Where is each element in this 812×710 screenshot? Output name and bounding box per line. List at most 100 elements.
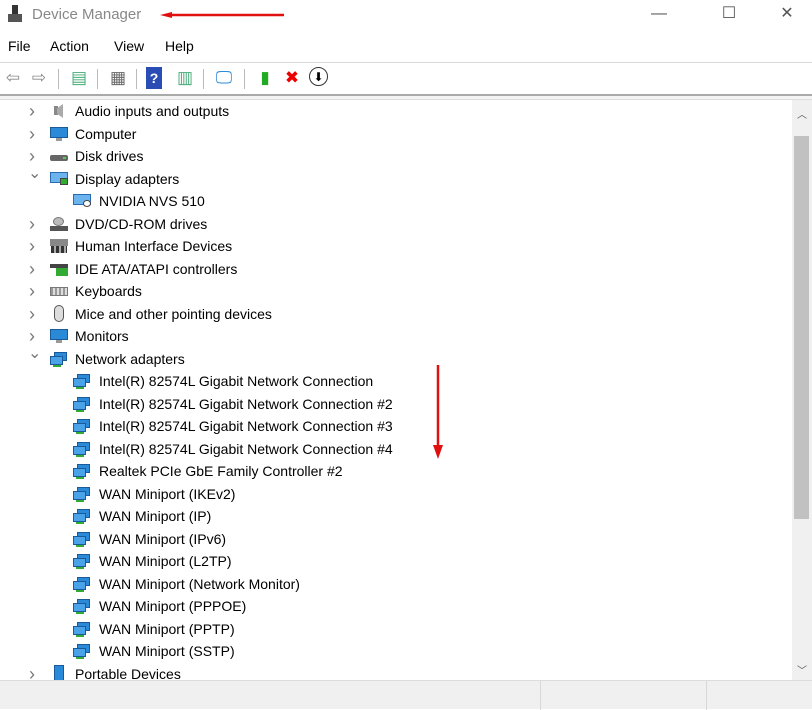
network-icon <box>73 374 91 389</box>
update-driver-icon[interactable]: ▮ <box>254 67 276 89</box>
menu-view[interactable]: View <box>114 38 144 54</box>
tree-item-label: Intel(R) 82574L Gigabit Network Connecti… <box>99 395 393 412</box>
toolbar-separator <box>203 69 204 89</box>
tree-item-label: WAN Miniport (L2TP) <box>99 553 232 569</box>
display-device-icon <box>73 194 91 208</box>
network-icon <box>50 351 68 367</box>
tree-item-label: Audio inputs and outputs <box>75 103 230 119</box>
vertical-scrollbar[interactable]: ︿ ﹀ <box>792 100 812 680</box>
device-item[interactable]: WAN Miniport (Network Monitor) <box>0 573 600 596</box>
menu-help[interactable]: Help <box>165 38 194 54</box>
red-annotation-arrow-icon <box>160 12 284 18</box>
tree-item-label: WAN Miniport (IPv6) <box>99 530 227 547</box>
category-item[interactable]: › DVD/CD-ROM drives <box>0 213 600 236</box>
category-item[interactable]: › Mice and other pointing devices <box>0 303 600 326</box>
chevron-right-icon[interactable]: › <box>29 213 41 236</box>
tree-item-label: Realtek PCIe GbE Family Controller #2 <box>99 463 343 479</box>
chevron-right-icon[interactable]: › <box>29 123 41 146</box>
category-item[interactable]: › IDE ATA/ATAPI controllers <box>0 258 600 281</box>
tree-item-label: NVIDIA NVS 510 <box>99 193 205 209</box>
properties-icon[interactable]: ▦ <box>107 67 129 89</box>
toolbar-separator <box>136 69 137 89</box>
menu-file[interactable]: File <box>8 38 31 54</box>
device-item[interactable]: WAN Miniport (PPTP) <box>0 618 600 641</box>
tree-item-label: WAN Miniport (Network Monitor) <box>99 575 300 592</box>
tree-item-label: WAN Miniport (IKEv2) <box>99 485 236 502</box>
ide-icon <box>50 262 68 276</box>
tree-item-label: Human Interface Devices <box>75 238 233 254</box>
category-item[interactable]: › Disk drives <box>0 145 600 168</box>
category-item[interactable]: ⌄ Network adapters <box>0 345 600 371</box>
speaker-icon <box>50 104 68 118</box>
device-item[interactable]: WAN Miniport (L2TP) <box>0 550 600 573</box>
tree-item-label: WAN Miniport (IP) <box>99 508 212 524</box>
network-icon <box>73 396 91 412</box>
tree-item-label: Intel(R) 82574L Gigabit Network Connecti… <box>99 418 393 434</box>
minimize-button[interactable]: — <box>636 2 682 28</box>
device-item[interactable]: Realtek PCIe GbE Family Controller #2 <box>0 460 600 483</box>
chevron-right-icon[interactable]: › <box>29 235 41 258</box>
help-icon[interactable]: ? <box>146 67 162 89</box>
network-icon <box>73 644 91 659</box>
network-icon <box>73 441 91 457</box>
toolbar-separator <box>58 69 59 89</box>
category-item[interactable]: › Audio inputs and outputs <box>0 100 600 123</box>
status-bar <box>0 680 812 710</box>
device-item[interactable]: WAN Miniport (IP) <box>0 505 600 528</box>
device-item[interactable]: Intel(R) 82574L Gigabit Network Connecti… <box>0 393 600 416</box>
chevron-right-icon[interactable]: › <box>29 100 41 123</box>
back-icon[interactable]: ⇦ <box>2 67 24 89</box>
monitor-icon <box>50 329 68 343</box>
category-item[interactable]: › Keyboards <box>0 280 600 303</box>
tree-item-label: Portable Devices <box>75 665 181 681</box>
menu-action[interactable]: Action <box>50 38 89 54</box>
tree-item-label: WAN Miniport (SSTP) <box>99 643 235 659</box>
uninstall-icon[interactable]: ✖ <box>281 67 303 89</box>
scroll-down-icon[interactable]: ﹀ <box>797 662 807 677</box>
chevron-right-icon[interactable]: › <box>29 258 41 281</box>
toolbar-separator <box>244 69 245 89</box>
device-item[interactable]: NVIDIA NVS 510 <box>0 190 600 213</box>
category-item[interactable]: › Human Interface Devices <box>0 235 600 258</box>
chevron-down-icon[interactable]: ⌄ <box>28 163 41 186</box>
device-item[interactable]: WAN Miniport (IPv6) <box>0 528 600 551</box>
tree-item-label: IDE ATA/ATAPI controllers <box>75 260 238 277</box>
tree-item-label: Network adapters <box>75 350 185 367</box>
disable-device-icon[interactable]: ⬇ <box>309 67 328 86</box>
disk-icon <box>50 149 68 163</box>
forward-icon[interactable]: ⇨ <box>28 67 50 89</box>
chevron-right-icon[interactable]: › <box>29 663 41 681</box>
tree-item-label: Intel(R) 82574L Gigabit Network Connecti… <box>99 373 374 389</box>
show-action-pane-icon[interactable]: ▥ <box>174 67 196 89</box>
device-item[interactable]: Intel(R) 82574L Gigabit Network Connecti… <box>0 438 600 461</box>
maximize-button[interactable]: ☐ <box>706 2 752 28</box>
scroll-up-icon[interactable]: ︿ <box>797 106 807 121</box>
toolbar-separator <box>97 69 98 89</box>
toolbar: ⇦ ⇨ ▤ ▦? ▥ 🖵 ▮ ✖ ⬇ <box>0 62 812 92</box>
close-button[interactable]: ✕ <box>764 2 810 28</box>
device-item[interactable]: WAN Miniport (PPPOE) <box>0 595 600 618</box>
category-item[interactable]: › Portable Devices <box>0 663 600 681</box>
device-item[interactable]: WAN Miniport (IKEv2) <box>0 483 600 506</box>
network-icon <box>73 419 91 434</box>
category-item[interactable]: › Computer <box>0 123 600 146</box>
monitor-icon <box>50 126 68 141</box>
device-item[interactable]: Intel(R) 82574L Gigabit Network Connecti… <box>0 370 600 393</box>
status-pane <box>540 681 706 710</box>
scan-hardware-icon[interactable]: 🖵 <box>213 67 235 89</box>
chevron-right-icon[interactable]: › <box>29 280 41 303</box>
network-icon <box>73 486 91 502</box>
chevron-down-icon[interactable]: ⌄ <box>28 343 41 366</box>
dvd-icon <box>50 216 68 231</box>
device-item[interactable]: Intel(R) 82574L Gigabit Network Connecti… <box>0 415 600 438</box>
hid-icon <box>50 239 68 253</box>
network-icon <box>73 576 91 592</box>
network-icon <box>73 554 91 569</box>
show-hide-console-tree-icon[interactable]: ▤ <box>68 67 90 89</box>
device-item[interactable]: WAN Miniport (SSTP) <box>0 640 600 663</box>
chevron-right-icon[interactable]: › <box>29 303 41 326</box>
scrollbar-thumb[interactable] <box>794 136 809 519</box>
tree-item-label: WAN Miniport (PPTP) <box>99 620 235 637</box>
category-item[interactable]: ⌄ Display adapters <box>0 165 600 191</box>
category-item[interactable]: › Monitors <box>0 325 600 348</box>
